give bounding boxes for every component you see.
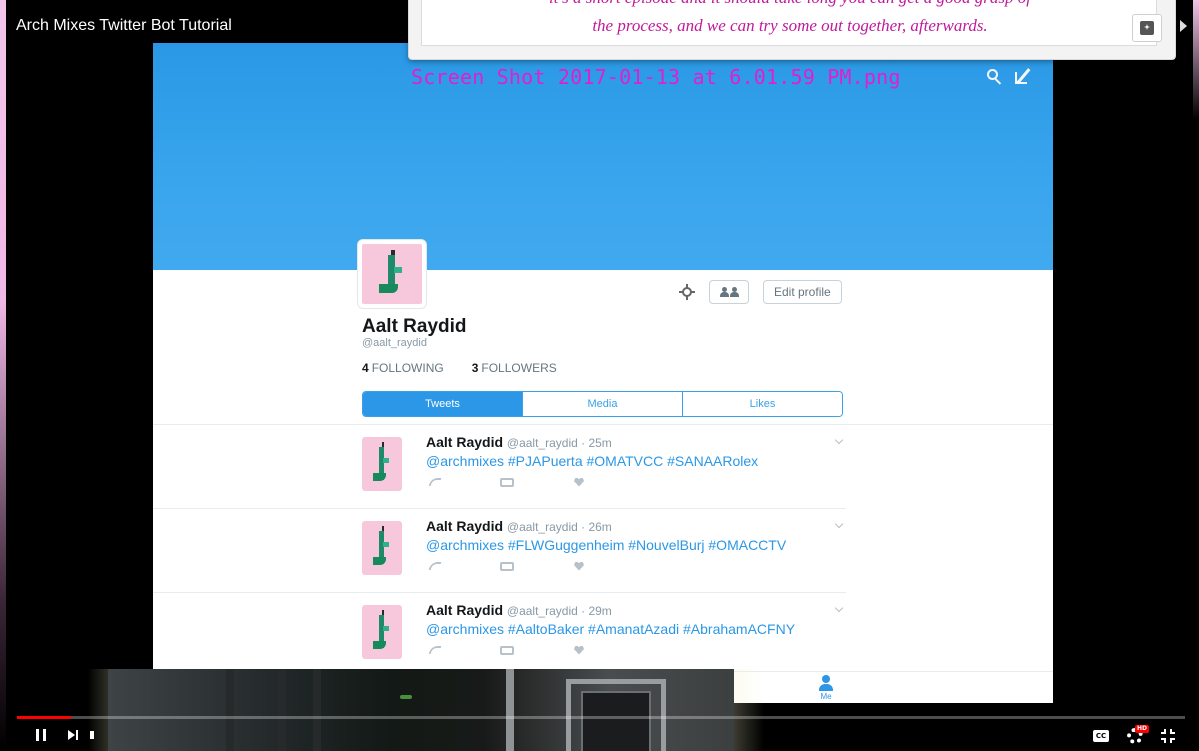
annotation-line-2: the process, and we can try some out tog…	[592, 16, 988, 35]
people-icon	[719, 287, 729, 297]
retweet-icon[interactable]	[500, 561, 514, 571]
reply-icon[interactable]	[428, 646, 442, 654]
avatar-image	[362, 244, 422, 304]
gear-icon[interactable]	[679, 284, 695, 300]
progress-bar[interactable]	[17, 716, 1185, 719]
profile-tabs: Tweets Media Likes	[362, 391, 843, 417]
cc-icon[interactable]: CC	[1093, 730, 1109, 742]
profile-stats: 4 FOLLOWING 3 FOLLOWERS	[362, 361, 557, 375]
followers-stat[interactable]: 3 FOLLOWERS	[472, 361, 557, 375]
profile-handle: @aalt_raydid	[362, 337, 427, 349]
lists-button[interactable]	[709, 280, 749, 304]
tweet-item[interactable]: Aalt Raydid @aalt_raydid · 26m @archmixe…	[153, 509, 846, 593]
search-icon[interactable]	[987, 69, 1003, 85]
mini-player-video[interactable]	[108, 669, 734, 751]
tweet-avatar[interactable]	[362, 605, 402, 659]
volume-icon[interactable]	[90, 731, 94, 739]
profile-avatar[interactable]	[358, 240, 426, 308]
tweet-text[interactable]: @archmixes #AaltoBaker #AmanatAzadi #Abr…	[426, 621, 846, 637]
tweet-author[interactable]: Aalt Raydid	[426, 602, 503, 618]
hd-badge: HD	[1135, 725, 1150, 733]
following-stat[interactable]: 4 FOLLOWING	[362, 361, 444, 375]
edit-profile-button[interactable]: Edit profile	[763, 280, 842, 304]
reply-icon[interactable]	[428, 478, 442, 486]
profile-header-banner: Screen Shot 2017-01-13 at 6.01.59 PM.png	[153, 43, 1053, 270]
player-controls-left	[36, 729, 94, 741]
settings-icon[interactable]: HD	[1127, 725, 1150, 744]
tweet-author[interactable]: Aalt Raydid	[426, 518, 503, 534]
annotation-text-box: it's a short episode and it should take …	[421, 0, 1157, 46]
nav-me-label: Me	[820, 692, 832, 701]
header-icons	[987, 68, 1033, 86]
tweet-item[interactable]: Aalt Raydid @aalt_raydid · 25m @archmixe…	[153, 425, 846, 509]
tweet-item[interactable]: Aalt Raydid @aalt_raydid · 29m @archmixe…	[153, 593, 846, 677]
pause-icon[interactable]	[36, 729, 46, 741]
tweet-avatar[interactable]	[362, 521, 402, 575]
tweet-list: Aalt Raydid @aalt_raydid · 25m @archmixe…	[153, 425, 1053, 677]
retweet-icon[interactable]	[500, 645, 514, 655]
tab-media[interactable]: Media	[523, 392, 683, 416]
reply-icon[interactable]	[428, 562, 442, 570]
sparkle-icon	[1140, 21, 1154, 35]
mini-player-glow-right	[734, 669, 764, 751]
tweet-text[interactable]: @archmixes #FLWGuggenheim #NouvelBurj #O…	[426, 537, 846, 553]
left-edge-glow	[0, 0, 6, 751]
tweet-author[interactable]: Aalt Raydid	[426, 434, 503, 450]
like-icon[interactable]	[574, 477, 584, 487]
annotation-line-1: it's a short episode and it should take …	[422, 0, 1158, 8]
video-title[interactable]: Arch Mixes Twitter Bot Tutorial	[16, 17, 232, 35]
tweet-avatar[interactable]	[362, 437, 402, 491]
compose-icon[interactable]	[1015, 68, 1033, 86]
player-controls-right: CC HD	[1093, 725, 1175, 744]
right-edge-glow	[1193, 0, 1199, 120]
retweet-icon[interactable]	[500, 477, 514, 487]
like-icon[interactable]	[574, 645, 584, 655]
chevron-right-icon[interactable]	[1180, 20, 1187, 32]
profile-name: Aalt Raydid	[362, 316, 467, 337]
annotation-action-button[interactable]	[1132, 14, 1162, 42]
next-icon[interactable]	[68, 730, 78, 740]
tweet-meta: @aalt_raydid · 26m	[506, 520, 612, 534]
person-icon	[819, 675, 833, 691]
screenshot-filename: Screen Shot 2017-01-13 at 6.01.59 PM.png	[411, 65, 901, 89]
like-icon[interactable]	[574, 561, 584, 571]
progress-played	[17, 716, 71, 719]
twitter-profile-frame: Screen Shot 2017-01-13 at 6.01.59 PM.png…	[153, 43, 1053, 703]
tweet-meta: @aalt_raydid · 29m	[506, 604, 612, 618]
tab-likes[interactable]: Likes	[683, 392, 842, 416]
profile-actions: Edit profile	[679, 280, 842, 304]
tab-tweets[interactable]: Tweets	[363, 392, 523, 416]
tweet-meta: @aalt_raydid · 25m	[506, 436, 612, 450]
tweet-text[interactable]: @archmixes #PJAPuerta #OMATVCC #SANAARol…	[426, 453, 846, 469]
annotation-popup: it's a short episode and it should take …	[408, 0, 1176, 60]
nav-me[interactable]: Me	[811, 675, 841, 701]
exit-fullscreen-icon[interactable]	[1161, 729, 1175, 743]
